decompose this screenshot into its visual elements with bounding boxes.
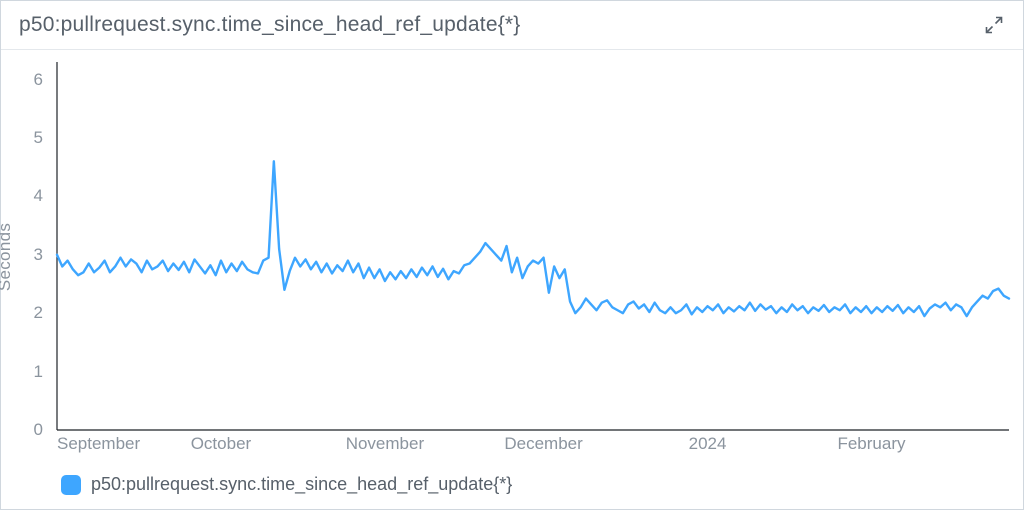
x-tick-label: December (504, 434, 582, 454)
y-tick-label: 3 (34, 245, 43, 265)
legend-swatch (61, 475, 81, 495)
chart-panel: p50:pullrequest.sync.time_since_head_ref… (0, 0, 1024, 510)
y-tick-label: 5 (34, 128, 43, 148)
x-tick-label: 2024 (689, 434, 727, 454)
x-tick-label: November (346, 434, 424, 454)
x-tick-label: September (57, 434, 140, 454)
y-tick-label: 6 (34, 70, 43, 90)
y-tick-label: 4 (34, 186, 43, 206)
legend: p50:pullrequest.sync.time_since_head_ref… (1, 464, 1023, 509)
expand-icon (985, 16, 1003, 34)
y-tick-label: 2 (34, 303, 43, 323)
legend-label: p50:pullrequest.sync.time_since_head_ref… (91, 474, 512, 495)
y-axis-label: Seconds (0, 223, 15, 291)
panel-header: p50:pullrequest.sync.time_since_head_ref… (1, 1, 1023, 50)
y-tick-label: 1 (34, 362, 43, 382)
plot-area: 0123456 (57, 62, 1009, 430)
x-tick-label: February (837, 434, 905, 454)
chart-area: Seconds 0123456 SeptemberOctoberNovember… (1, 50, 1023, 464)
y-tick-label: 0 (34, 420, 43, 440)
x-tick-label: October (191, 434, 251, 454)
line-plot (57, 62, 1009, 430)
panel-title: p50:pullrequest.sync.time_since_head_ref… (19, 13, 521, 37)
expand-button[interactable] (983, 14, 1005, 36)
x-axis-ticks: September October November December 2024 Febr… (57, 434, 1009, 458)
